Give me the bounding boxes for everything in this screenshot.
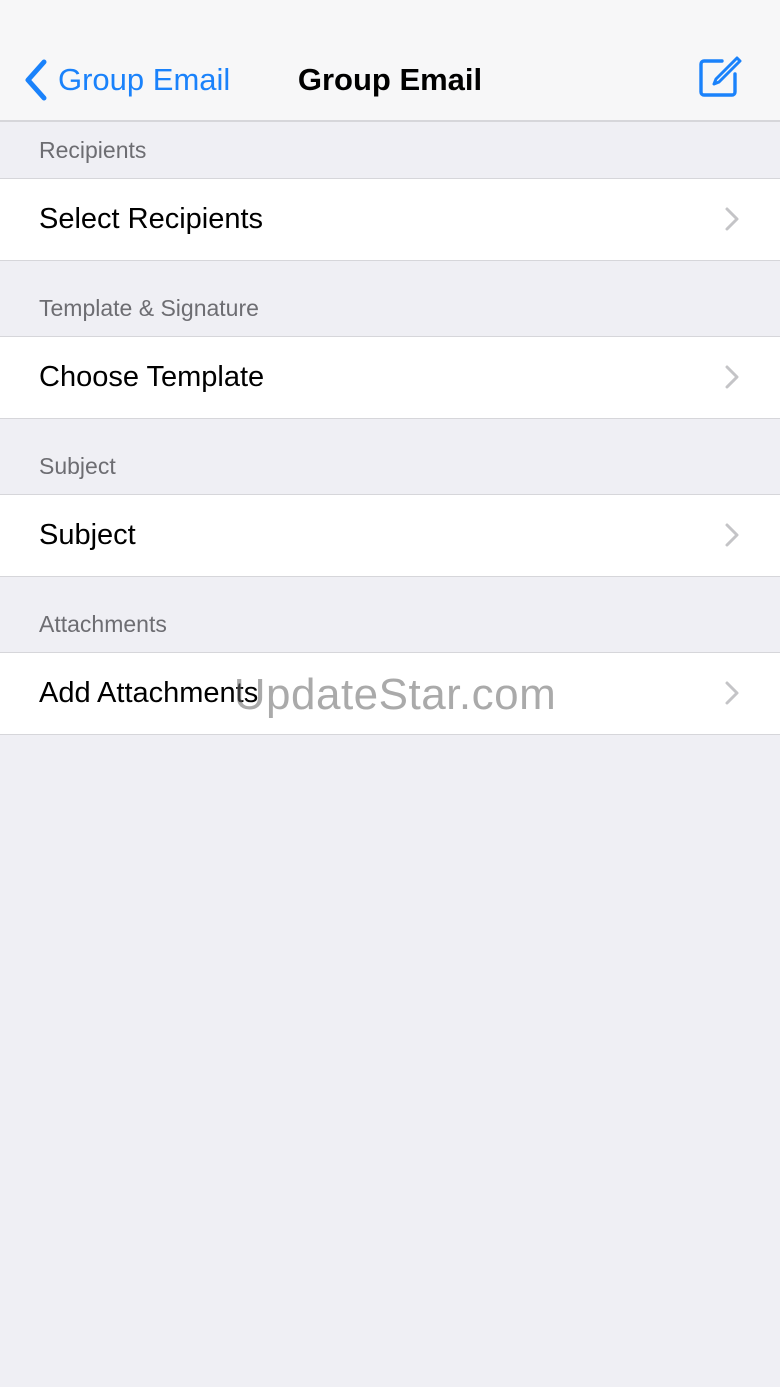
row-label: Add Attachments [39,677,259,709]
back-button-label: Group Email [58,62,231,97]
chevron-right-icon [724,206,740,232]
choose-template-row[interactable]: Choose Template [0,336,780,419]
section-header-subject: Subject [39,453,116,479]
subject-row[interactable]: Subject [0,494,780,577]
section-header-template-signature: Template & Signature [39,295,259,321]
row-label: Select Recipients [39,203,264,235]
row-label: Choose Template [39,361,265,393]
section-header-recipients: Recipients [39,137,147,163]
screen: Group Email Group Email Recipients Selec… [0,0,780,1387]
chevron-right-icon [724,522,740,548]
row-label: Subject [39,519,136,551]
navigation-bar: Group Email Group Email [0,0,780,122]
select-recipients-row[interactable]: Select Recipients [0,178,780,261]
settings-list: Recipients Select Recipients Template & … [0,122,780,735]
section-header-attachments: Attachments [39,611,167,637]
chevron-right-icon [724,680,740,706]
chevron-left-icon [25,59,47,101]
back-button[interactable]: Group Email [22,56,230,104]
add-attachments-row[interactable]: Add Attachments [0,652,780,735]
compose-icon [699,56,742,97]
compose-button[interactable] [696,54,742,100]
chevron-right-icon [724,364,740,390]
